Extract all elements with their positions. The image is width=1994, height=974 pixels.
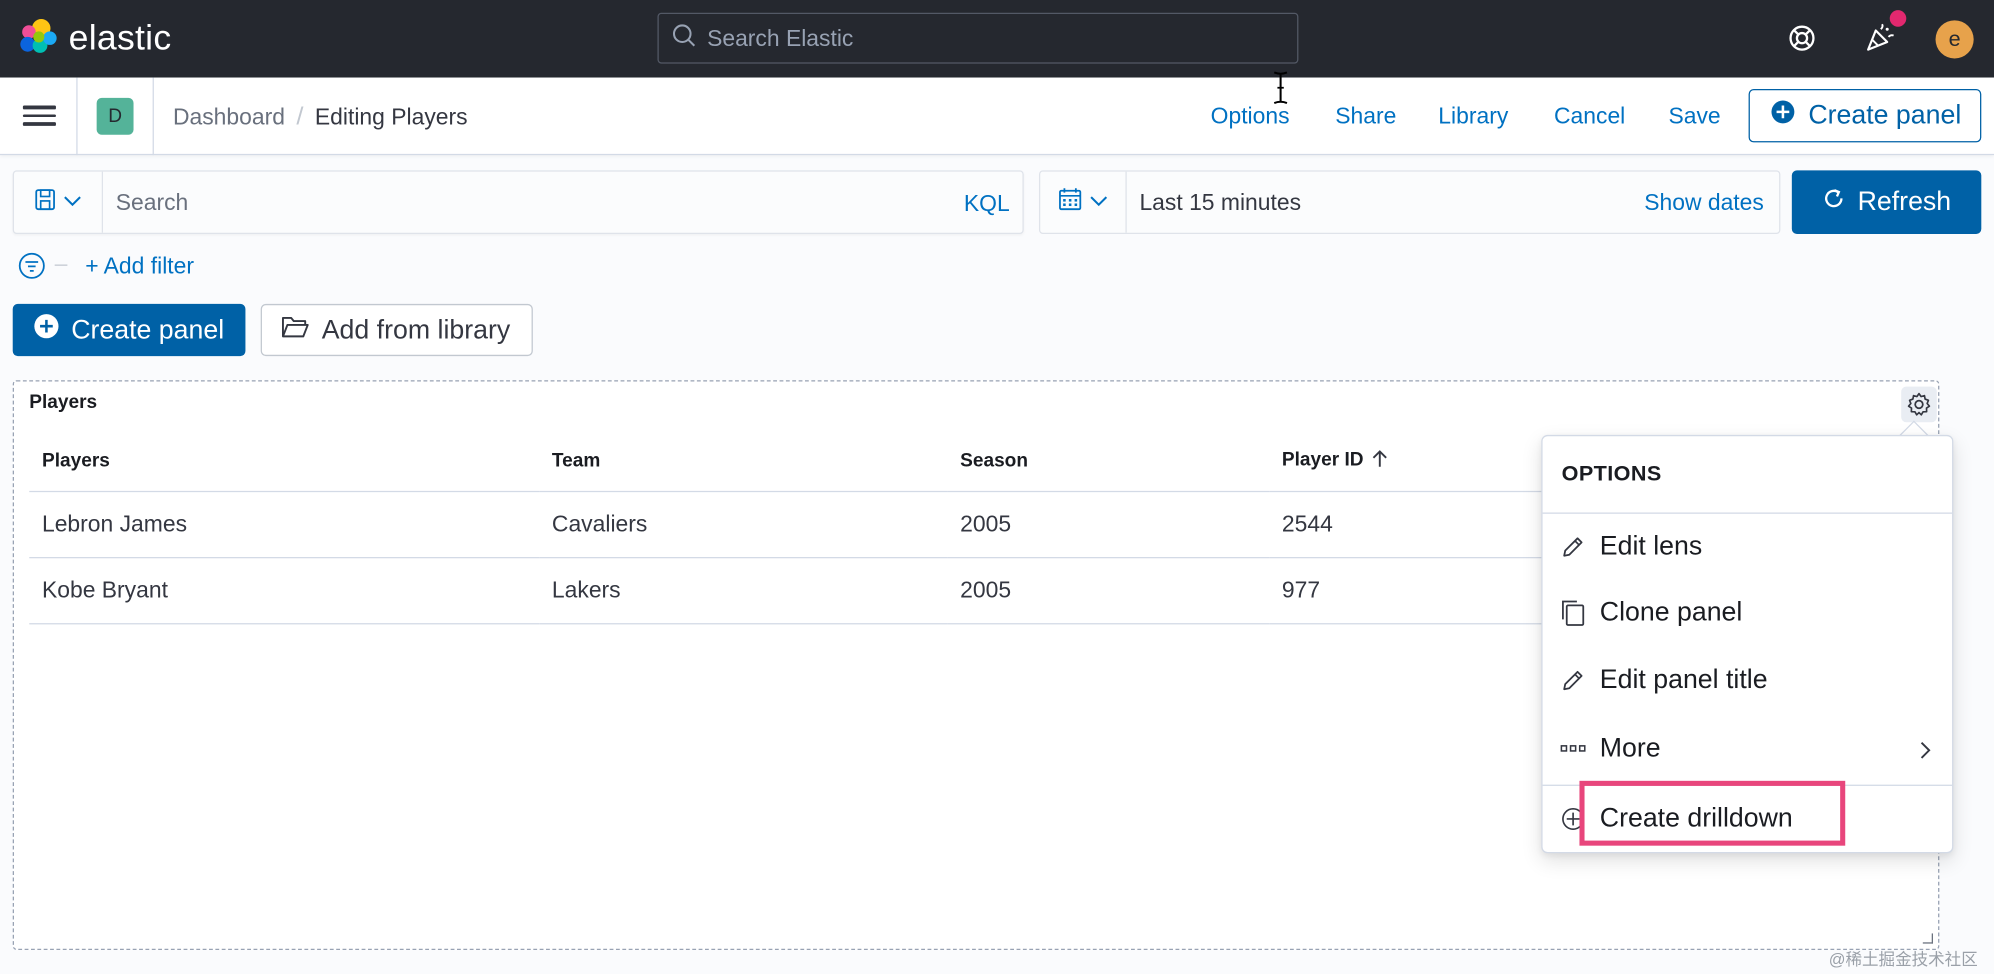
filter-menu-icon[interactable] bbox=[18, 252, 46, 286]
cell-team: Cavaliers bbox=[539, 490, 948, 558]
calendar-icon bbox=[1058, 187, 1082, 218]
cell-season: 2005 bbox=[947, 490, 1270, 558]
table-header-row: Players Team Season Player ID bbox=[29, 432, 1556, 492]
library-link[interactable]: Library bbox=[1438, 103, 1508, 130]
create-panel-header-button[interactable]: Create panel bbox=[1748, 89, 1982, 143]
add-from-library-button[interactable]: Add from library bbox=[260, 303, 533, 357]
menu-item-edit-lens[interactable]: Edit lens bbox=[1560, 528, 1942, 566]
menu-item-edit-panel-title[interactable]: Edit panel title bbox=[1560, 661, 1942, 699]
refresh-icon bbox=[1822, 187, 1845, 218]
menu-item-label: Clone panel bbox=[1599, 597, 1743, 627]
plus-in-circle-icon bbox=[1770, 99, 1795, 132]
cancel-link[interactable]: Cancel bbox=[1554, 103, 1625, 130]
refresh-button[interactable]: Refresh bbox=[1791, 170, 1982, 234]
column-header-player-id[interactable]: Player ID bbox=[1269, 432, 1556, 492]
cell-player: Kobe Bryant bbox=[29, 557, 540, 624]
cell-player: Lebron James bbox=[29, 490, 540, 558]
breadcrumb-current: Editing Players bbox=[314, 104, 468, 130]
add-from-library-label: Add from library bbox=[321, 314, 511, 344]
create-panel-label: Create panel bbox=[1808, 100, 1962, 130]
menu-item-label: Edit lens bbox=[1599, 531, 1703, 561]
notification-dot bbox=[1889, 10, 1907, 27]
cell-player-id: 2544 bbox=[1269, 490, 1556, 558]
copy-icon bbox=[1560, 599, 1585, 627]
refresh-label: Refresh bbox=[1857, 186, 1952, 217]
pencil-icon bbox=[1560, 534, 1585, 559]
panel-title: Players bbox=[29, 391, 98, 414]
save-disk-icon bbox=[34, 188, 56, 217]
kql-language-toggle[interactable]: KQL bbox=[964, 191, 1010, 218]
saved-query-menu-button[interactable] bbox=[14, 171, 104, 233]
help-lifebuoy-icon[interactable] bbox=[1782, 18, 1823, 59]
space-avatar[interactable]: D bbox=[96, 97, 134, 135]
menu-item-clone-panel[interactable]: Clone panel bbox=[1560, 594, 1942, 632]
annotation-highlight-box bbox=[1579, 780, 1846, 846]
divider bbox=[152, 77, 154, 156]
search-icon bbox=[671, 22, 696, 54]
menu-item-more[interactable]: More bbox=[1560, 730, 1942, 768]
table-row: Lebron James Cavaliers 2005 2544 bbox=[29, 490, 1556, 558]
top-header: elastic e bbox=[0, 0, 1994, 78]
global-search-input[interactable] bbox=[707, 24, 1267, 52]
breadcrumb-dashboard[interactable]: Dashboard bbox=[173, 104, 285, 131]
kibana-dashboard-screen: elastic e D Dashboard / Editing Players … bbox=[0, 0, 1994, 974]
elastic-logo[interactable]: elastic bbox=[19, 18, 171, 59]
breadcrumb: Dashboard / Editing Players bbox=[173, 103, 468, 132]
boxes-horizontal-icon bbox=[1560, 744, 1586, 754]
players-table: Players Team Season Player ID Lebron Jam… bbox=[29, 432, 1556, 624]
chevron-down-icon bbox=[64, 191, 82, 214]
chevron-down-icon bbox=[1090, 191, 1108, 214]
add-filter-link[interactable]: + Add filter bbox=[85, 253, 194, 280]
create-panel-button[interactable]: Create panel bbox=[12, 303, 246, 357]
folder-open-icon bbox=[281, 315, 309, 346]
cell-team: Lakers bbox=[539, 557, 948, 624]
time-picker: Last 15 minutes Show dates bbox=[1038, 170, 1781, 234]
user-avatar[interactable]: e bbox=[1935, 20, 1974, 59]
column-header-player-id-label: Player ID bbox=[1281, 449, 1364, 471]
save-link[interactable]: Save bbox=[1668, 103, 1720, 130]
brand-name: elastic bbox=[68, 17, 172, 58]
column-header-season[interactable]: Season bbox=[947, 432, 1270, 492]
column-header-players[interactable]: Players bbox=[29, 432, 540, 492]
hamburger-menu-icon[interactable] bbox=[22, 100, 56, 133]
dashboard-toolbar: D Dashboard / Editing Players Options Sh… bbox=[0, 77, 1994, 156]
divider bbox=[54, 264, 68, 266]
table-row: Kobe Bryant Lakers 2005 977 bbox=[29, 557, 1556, 624]
global-search-field[interactable] bbox=[657, 12, 1299, 64]
watermark-text: @稀土掘金技术社区 bbox=[1828, 949, 1978, 970]
pencil-icon bbox=[1560, 668, 1585, 693]
divider bbox=[1542, 512, 1953, 514]
share-link[interactable]: Share bbox=[1335, 103, 1396, 130]
create-panel-label: Create panel bbox=[71, 314, 225, 344]
text-cursor-icon bbox=[1272, 71, 1290, 110]
show-dates-link[interactable]: Show dates bbox=[1644, 189, 1764, 216]
divider bbox=[76, 77, 78, 156]
time-range-label[interactable]: Last 15 minutes bbox=[1139, 189, 1301, 216]
panel-resize-handle[interactable] bbox=[1922, 933, 1933, 944]
panel-options-gear-icon[interactable] bbox=[1901, 386, 1937, 423]
sort-ascending-arrow-icon[interactable] bbox=[1371, 449, 1389, 473]
menu-item-label: More bbox=[1599, 733, 1661, 764]
query-search-input[interactable] bbox=[115, 189, 879, 217]
quick-select-button[interactable] bbox=[1040, 171, 1127, 233]
cell-season: 2005 bbox=[947, 557, 1270, 624]
breadcrumb-separator: / bbox=[296, 103, 304, 131]
plus-in-circle-icon bbox=[33, 313, 60, 347]
menu-item-label: Edit panel title bbox=[1599, 665, 1768, 695]
column-header-team[interactable]: Team bbox=[539, 432, 948, 492]
query-bar: KQL bbox=[12, 170, 1024, 234]
elastic-cluster-icon bbox=[20, 19, 57, 53]
cell-player-id: 977 bbox=[1269, 557, 1556, 624]
options-menu-title: OPTIONS bbox=[1561, 461, 1662, 486]
chevron-right-icon bbox=[1919, 738, 1932, 769]
